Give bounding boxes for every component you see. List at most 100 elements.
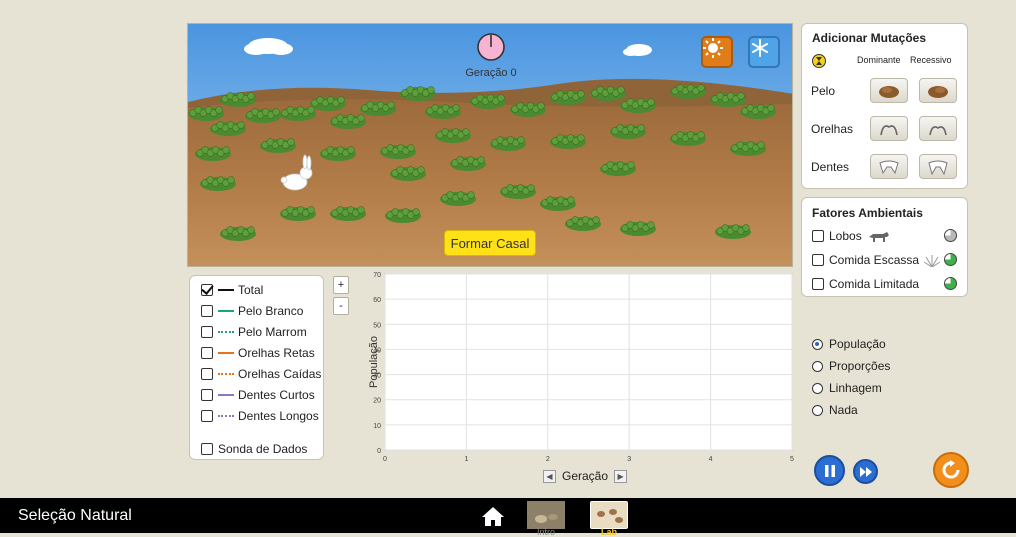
graph-option-radio[interactable] bbox=[812, 338, 823, 350]
legend-checkbox[interactable] bbox=[201, 410, 213, 422]
limited-food-factor[interactable]: Comida Escassa bbox=[812, 253, 941, 267]
graph-option-radio[interactable] bbox=[812, 404, 823, 416]
previous-generation-button[interactable]: ◀ bbox=[543, 469, 556, 483]
teeth-icon bbox=[928, 160, 948, 175]
y-tick-label: 10 bbox=[373, 423, 381, 430]
graph-option-radio[interactable] bbox=[812, 360, 823, 372]
legend-checkbox[interactable] bbox=[201, 326, 213, 338]
y-tick-label: 60 bbox=[373, 297, 381, 304]
sun-icon bbox=[703, 38, 723, 58]
legend-label: Dentes Longos bbox=[238, 409, 319, 423]
winter-environment-button[interactable] bbox=[748, 36, 780, 68]
summer-environment-button[interactable] bbox=[701, 36, 733, 68]
graph-option-label: População bbox=[829, 337, 886, 351]
recessive-label: Recessivo bbox=[910, 55, 952, 65]
x-tick-label: 0 bbox=[383, 456, 387, 463]
fur-icon bbox=[928, 85, 948, 98]
legend-line-swatch bbox=[218, 415, 234, 417]
legend-checkbox[interactable] bbox=[201, 284, 213, 296]
limited-food-checkbox[interactable] bbox=[812, 254, 824, 266]
tough-food-factor[interactable]: Comida Limitada bbox=[812, 277, 919, 291]
graph-option-radio[interactable] bbox=[812, 382, 823, 394]
legend-line-swatch bbox=[218, 352, 234, 354]
legend-item[interactable]: Pelo Marrom bbox=[201, 323, 307, 341]
y-tick-label: 70 bbox=[373, 272, 381, 279]
legend-item[interactable]: Dentes Curtos bbox=[201, 386, 315, 404]
ears-icon bbox=[929, 125, 947, 135]
step-forward-button[interactable] bbox=[853, 459, 878, 484]
teeth-dominant-button[interactable] bbox=[870, 154, 908, 179]
generation-clock-icon bbox=[476, 32, 506, 62]
data-probe-checkbox[interactable] bbox=[201, 443, 213, 455]
fur-recessive-button[interactable] bbox=[919, 78, 957, 103]
legend-checkbox[interactable] bbox=[201, 305, 213, 317]
generation-navigator: ◀ Geração ▶ bbox=[543, 469, 628, 483]
mutations-title: Adicionar Mutações bbox=[812, 31, 927, 45]
legend-item[interactable]: Total bbox=[201, 281, 263, 299]
legend-label: Dentes Curtos bbox=[238, 388, 315, 402]
generation-label: Geração 0 bbox=[465, 67, 517, 79]
ears-recessive-button[interactable] bbox=[919, 116, 957, 141]
dominant-label: Dominante bbox=[857, 55, 901, 65]
teeth-icon bbox=[879, 160, 899, 174]
wolves-label: Lobos bbox=[829, 229, 862, 243]
graph-option[interactable]: Linhagem bbox=[812, 381, 882, 395]
zoom-in-button[interactable]: + bbox=[333, 276, 349, 294]
graph-option-label: Nada bbox=[829, 403, 858, 417]
population-chart: 010203040506070 012345 População bbox=[368, 272, 794, 463]
graph-option[interactable]: População bbox=[812, 337, 886, 351]
next-generation-button[interactable]: ▶ bbox=[614, 469, 628, 483]
graph-option[interactable]: Proporções bbox=[812, 359, 890, 373]
reset-button[interactable] bbox=[933, 452, 969, 488]
legend-label: Pelo Marrom bbox=[238, 325, 307, 339]
legend-label: Orelhas Retas bbox=[238, 346, 315, 360]
legend-item[interactable]: Orelhas Caídas bbox=[201, 365, 321, 383]
tough-food-checkbox[interactable] bbox=[812, 278, 824, 290]
legend-item[interactable]: Pelo Branco bbox=[201, 302, 303, 320]
legend-item[interactable]: Dentes Longos bbox=[201, 407, 319, 425]
graph-option[interactable]: Nada bbox=[812, 403, 858, 417]
home-icon[interactable] bbox=[481, 505, 505, 532]
fur-icon bbox=[879, 85, 899, 98]
lab-screen-button[interactable] bbox=[590, 501, 628, 529]
limited-food-indicator-icon bbox=[944, 253, 957, 266]
data-probe-toggle[interactable]: Sonda de Dados bbox=[201, 440, 307, 458]
step-forward-icon bbox=[859, 466, 872, 477]
data-probe-label: Sonda de Dados bbox=[218, 442, 308, 456]
x-axis-label: Geração bbox=[562, 469, 609, 483]
hourglass-icon bbox=[812, 54, 826, 73]
mutations-panel: Adicionar Mutações Dominante Recessivo P… bbox=[801, 23, 968, 189]
legend-label: Total bbox=[238, 283, 264, 297]
legend-checkbox[interactable] bbox=[201, 389, 213, 401]
intro-screen-button[interactable] bbox=[527, 501, 565, 529]
mate-button[interactable]: Formar Casal bbox=[444, 230, 536, 256]
reset-icon bbox=[942, 460, 960, 479]
legend-line-swatch bbox=[218, 373, 234, 375]
legend-label: Orelhas Caídas bbox=[238, 367, 322, 381]
legend-checkbox[interactable] bbox=[201, 347, 213, 359]
fur-dominant-button[interactable] bbox=[870, 78, 908, 103]
wolves-checkbox[interactable] bbox=[812, 230, 824, 242]
population-legend-panel: Total Pelo Branco Pelo Marrom Orelhas Retas… bbox=[189, 275, 324, 460]
legend-line-swatch bbox=[218, 394, 234, 396]
legend-item[interactable]: Orelhas Retas bbox=[201, 344, 315, 362]
teeth-recessive-button[interactable] bbox=[919, 154, 957, 179]
environmental-factors-panel: Fatores Ambientais Lobos Comida Escassa … bbox=[801, 197, 968, 297]
pause-button[interactable] bbox=[814, 455, 845, 486]
x-tick-label: 4 bbox=[709, 456, 713, 463]
wolves-factor[interactable]: Lobos bbox=[812, 229, 891, 243]
simulation-scene: Geração 0 Formar Casal bbox=[187, 23, 793, 267]
x-tick-label: 1 bbox=[464, 456, 468, 463]
lab-screen-label: Lab bbox=[601, 527, 618, 537]
ears-trait-label: Orelhas bbox=[811, 122, 854, 136]
legend-checkbox[interactable] bbox=[201, 368, 213, 380]
app-title: Seleção Natural bbox=[18, 507, 132, 524]
fur-trait-label: Pelo bbox=[811, 84, 836, 98]
tough-food-label: Comida Limitada bbox=[829, 277, 920, 291]
graph-option-label: Linhagem bbox=[829, 381, 882, 395]
rabbits-thumbnail-icon bbox=[527, 501, 565, 529]
ears-icon bbox=[880, 124, 898, 135]
tough-food-indicator-icon bbox=[944, 277, 957, 290]
ears-dominant-button[interactable] bbox=[870, 116, 908, 141]
zoom-out-button[interactable]: - bbox=[333, 297, 349, 315]
